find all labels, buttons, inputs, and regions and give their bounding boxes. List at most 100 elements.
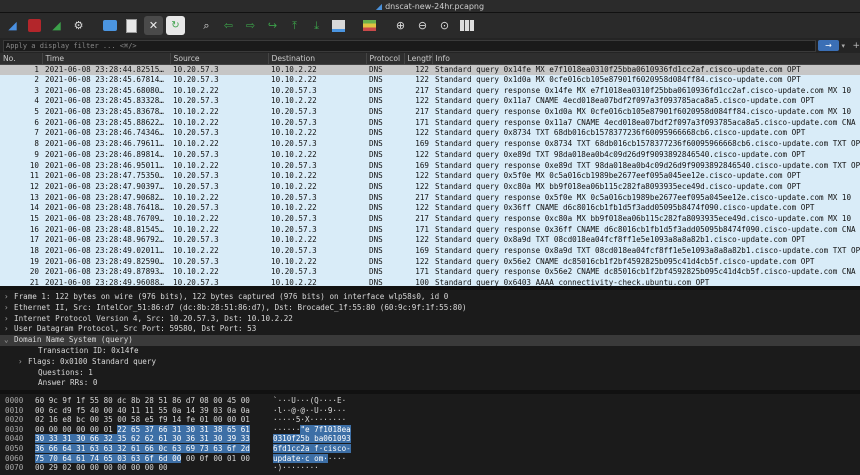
packet-list-pane[interactable]: No. Time Source Destination Protocol Len… <box>0 53 860 286</box>
ascii-segment: `···U···(Q····E· <box>273 396 347 405</box>
cell-time: 2021-06-08 23:28:45.88622… <box>42 117 170 129</box>
packet-row[interactable]: 16 2021-06-08 23:28:48.81545… 10.10.2.22 10… <box>0 224 860 235</box>
gear-options-icon[interactable]: ⚙ <box>69 16 88 35</box>
cell-destination: 10.20.57.3 <box>268 138 366 150</box>
detail-tree-item[interactable]: Questions: 1 <box>0 368 860 379</box>
cell-length: 217 <box>404 106 432 118</box>
hex-dump-row[interactable]: 0040 30 33 31 30 66 32 35 62 62 61 30 36 … <box>0 434 860 444</box>
file-save-icon[interactable] <box>122 16 141 35</box>
hex-bytes-segment: 60 9c 9f 1f 55 80 dc 8b 28 51 86 d7 08 0… <box>35 396 250 405</box>
cell-no: 6 <box>0 117 42 129</box>
chevron-right-icon[interactable]: › <box>4 292 14 303</box>
column-header-no[interactable]: No. <box>0 53 43 65</box>
first-packet-icon[interactable]: ⤒ <box>285 16 304 35</box>
packet-row[interactable]: 13 2021-06-08 23:28:47.90682… 10.10.2.22 10… <box>0 192 860 203</box>
zoom-in-icon[interactable]: ⊕ <box>391 16 410 35</box>
stop-square-icon[interactable] <box>25 16 44 35</box>
resize-columns-icon[interactable] <box>457 16 476 35</box>
go-to-packet-icon[interactable]: ↪ <box>263 16 282 35</box>
detail-tree-item[interactable]: Answer RRs: 0 <box>0 378 860 389</box>
hex-dump-row[interactable]: 0020 02 16 e8 bc 00 35 00 58 e5 f9 14 fe … <box>0 415 860 425</box>
column-header-destination[interactable]: Destination <box>268 53 367 65</box>
hex-bytes: 75 70 64 61 74 65 03 63 6f 6d 00 00 0f 0… <box>35 453 250 464</box>
cell-source: 10.20.57.3 <box>170 74 268 86</box>
file-close-icon[interactable]: ✕ <box>144 16 163 35</box>
zoom-normal-icon[interactable]: ⊙ <box>435 16 454 35</box>
column-header-source[interactable]: Source <box>170 53 269 65</box>
hex-offset: 0040 <box>5 434 24 444</box>
cell-source: 10.10.2.22 <box>170 245 268 257</box>
hex-dump-row[interactable]: 0030 00 00 00 00 00 01 22 65 37 66 31 30 … <box>0 424 860 435</box>
file-reload-icon[interactable]: ↻ <box>166 16 185 35</box>
chevron-right-icon[interactable]: › <box>4 314 14 325</box>
column-header-time[interactable]: Time <box>42 53 171 65</box>
column-header-protocol[interactable]: Protocol <box>366 53 405 65</box>
packet-row[interactable]: 17 2021-06-08 23:28:48.96792… 10.20.57.3 10… <box>0 235 860 246</box>
cell-time: 2021-06-08 23:28:48.96792… <box>42 235 170 246</box>
hex-dump-row[interactable]: 0070 00 29 02 00 00 00 00 00 00 00 ·)·····… <box>0 463 860 473</box>
detail-tree-item[interactable]: › Internet Protocol Version 4, Src: 10.20… <box>0 314 860 325</box>
hex-dump-row[interactable]: 0060 75 70 64 61 74 65 03 63 6f 6d 00 00 … <box>0 453 860 464</box>
cell-info: Standard query response 0x56e2 CNAME dc8… <box>432 267 860 278</box>
last-packet-icon[interactable]: ⤓ <box>307 16 326 35</box>
cell-no: 15 <box>0 213 42 225</box>
packet-row[interactable]: 3 2021-06-08 23:28:45.68080… 10.10.2.22 10.… <box>0 85 860 97</box>
shark-fin-start-icon[interactable]: ◢ <box>3 16 22 35</box>
column-header-info[interactable]: Info <box>432 53 860 65</box>
chevron-down-icon[interactable]: ⌄ <box>4 335 14 346</box>
packet-row[interactable]: 14 2021-06-08 23:28:48.76418… 10.20.57.3 10… <box>0 202 860 214</box>
cell-destination: 10.10.2.22 <box>268 181 366 193</box>
apply-filter-button[interactable]: → <box>817 40 840 51</box>
column-header-length[interactable]: Length <box>404 53 433 65</box>
zoom-out-icon[interactable]: ⊖ <box>413 16 432 35</box>
cell-protocol: DNS <box>366 128 404 139</box>
packet-row[interactable]: 8 2021-06-08 23:28:46.79611… 10.10.2.22 10.… <box>0 138 860 150</box>
chevron-right-icon[interactable]: › <box>18 357 28 368</box>
hex-dump-row[interactable]: 0010 00 6c d9 f5 40 00 40 11 11 55 0a 14 … <box>0 406 860 416</box>
arrow-forward-icon[interactable]: ⇨ <box>241 16 260 35</box>
packet-details-pane[interactable]: › Frame 1: 122 bytes on wire (976 bits), … <box>0 290 860 390</box>
packet-row[interactable]: 6 2021-06-08 23:28:45.88622… 10.10.2.22 10.… <box>0 117 860 129</box>
colorize-icon[interactable] <box>360 16 379 35</box>
detail-tree-item[interactable]: › Frame 1: 122 bytes on wire (976 bits), … <box>0 292 860 303</box>
packet-row[interactable]: 21 2021-06-08 23:28:49.96088… 10.20.57.3 10… <box>0 277 860 286</box>
add-filter-button[interactable]: + <box>852 41 860 51</box>
packet-row[interactable]: 10 2021-06-08 23:28:46.95011… 10.10.2.22 10… <box>0 160 860 171</box>
display-filter-input[interactable]: Apply a display filter ... <⌘/> <box>3 39 816 52</box>
detail-tree-item[interactable]: › Ethernet II, Src: IntelCor_51:86:d7 (dc… <box>0 303 860 314</box>
shark-fin-restart-icon[interactable]: ◢ <box>47 16 66 35</box>
arrow-back-icon[interactable]: ⇦ <box>219 16 238 35</box>
folder-open-icon[interactable] <box>100 16 119 35</box>
packet-row[interactable]: 1 2021-06-08 23:28:44.82515… 10.20.57.3 10.… <box>0 64 860 75</box>
cell-time: 2021-06-08 23:28:48.76418… <box>42 202 170 214</box>
detail-tree-item[interactable]: ⌄ Domain Name System (query) <box>0 335 860 346</box>
packet-row[interactable]: 18 2021-06-08 23:28:49.02011… 10.10.2.22 10… <box>0 245 860 257</box>
packet-row[interactable]: 2 2021-06-08 23:28:45.67814… 10.20.57.3 10.… <box>0 74 860 86</box>
cell-source: 10.20.57.3 <box>170 128 268 139</box>
packet-row[interactable]: 5 2021-06-08 23:28:45.83678… 10.10.2.22 10.… <box>0 106 860 118</box>
cell-destination: 10.20.57.3 <box>268 245 366 257</box>
cell-no: 14 <box>0 202 42 214</box>
packet-row[interactable]: 11 2021-06-08 23:28:47.75350… 10.20.57.3 10… <box>0 170 860 182</box>
packet-row[interactable]: 4 2021-06-08 23:28:45.83328… 10.20.57.3 10.… <box>0 96 860 107</box>
cell-info: Standard query response 0xe89d TXT 98da0… <box>432 160 860 171</box>
hex-dump-row[interactable]: 0050 36 66 64 31 63 63 32 61 66 0c 63 69 … <box>0 443 860 454</box>
detail-tree-item[interactable]: › User Datagram Protocol, Src Port: 59580… <box>0 324 860 335</box>
packet-bytes-pane[interactable]: 0000 60 9c 9f 1f 55 80 dc 8b 28 51 86 d7 … <box>0 394 860 475</box>
packet-row[interactable]: 9 2021-06-08 23:28:46.89814… 10.20.57.3 10.… <box>0 149 860 161</box>
find-magnifier-icon[interactable]: ⌕ <box>197 16 216 35</box>
packet-row[interactable]: 15 2021-06-08 23:28:48.76709… 10.10.2.22 10… <box>0 213 860 225</box>
packet-row[interactable]: 7 2021-06-08 23:28:46.74346… 10.20.57.3 10.… <box>0 128 860 139</box>
detail-tree-item[interactable]: Transaction ID: 0x14fe <box>0 346 860 357</box>
autoscroll-icon[interactable] <box>329 16 348 35</box>
packet-row[interactable]: 20 2021-06-08 23:28:49.87893… 10.10.2.22 10… <box>0 267 860 278</box>
cell-info: Standard query response 0x36ff CNAME d6c… <box>432 224 860 235</box>
detail-tree-item[interactable]: › Flags: 0x0100 Standard query <box>0 357 860 368</box>
hex-offset: 0030 <box>5 424 24 434</box>
chevron-right-icon[interactable]: › <box>4 324 14 335</box>
hex-dump-row[interactable]: 0000 60 9c 9f 1f 55 80 dc 8b 28 51 86 d7 … <box>0 396 860 406</box>
filter-dropdown-button[interactable]: ▾ <box>841 42 849 50</box>
packet-row[interactable]: 12 2021-06-08 23:28:47.90397… 10.20.57.3 10… <box>0 181 860 193</box>
packet-row[interactable]: 19 2021-06-08 23:28:49.82590… 10.20.57.3 10… <box>0 256 860 268</box>
chevron-right-icon[interactable]: › <box>4 303 14 314</box>
